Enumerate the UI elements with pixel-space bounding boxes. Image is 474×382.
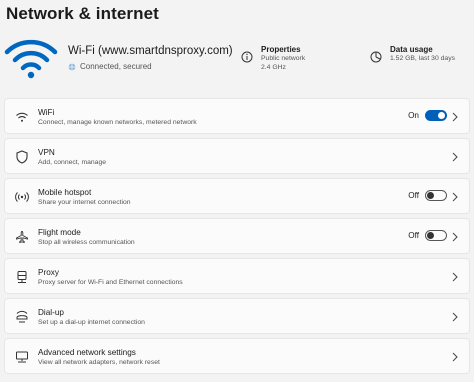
server-icon xyxy=(17,271,27,283)
chevron-right-icon xyxy=(452,272,458,282)
flight-mode-toggle-label: Off xyxy=(408,231,419,240)
settings-item-description: Stop all wireless communication xyxy=(38,239,135,246)
settings-item-description: View all network adapters, network reset xyxy=(38,359,160,366)
settings-item-description: Share your internet connection xyxy=(38,199,131,206)
settings-item-label: Flight mode xyxy=(38,228,81,237)
flight-mode-toggle[interactable] xyxy=(425,230,447,241)
globe-icon xyxy=(68,63,76,70)
settings-item-vpn[interactable]: VPN Add, connect, manage xyxy=(4,138,470,174)
hotspot-toggle-label: Off xyxy=(408,191,419,200)
settings-item-label: WiFi xyxy=(38,108,55,117)
hotspot-toggle[interactable] xyxy=(425,190,447,201)
chevron-right-icon xyxy=(452,112,458,122)
settings-item-description: Set up a dial-up internet connection xyxy=(38,319,145,326)
settings-item-mobile-hotspot[interactable]: Mobile hotspot Share your internet conne… xyxy=(4,178,470,214)
page-title: Network & internet xyxy=(6,4,159,23)
connection-status: Connected, secured xyxy=(68,62,152,71)
settings-item-flight-mode[interactable]: Flight mode Stop all wireless communicat… xyxy=(4,218,470,254)
settings-item-proxy[interactable]: Proxy Proxy server for Wi-Fi and Etherne… xyxy=(4,258,470,294)
connection-status-text: Connected, secured xyxy=(80,62,152,71)
data-usage-button[interactable]: Data usage 1.52 GB, last 30 days xyxy=(370,45,455,63)
settings-item-dial-up[interactable]: Dial-up Set up a dial-up internet connec… xyxy=(4,298,470,334)
info-icon xyxy=(241,51,253,63)
chevron-right-icon xyxy=(452,352,458,362)
wifi-toggle[interactable] xyxy=(425,110,447,121)
wifi-toggle-label: On xyxy=(408,111,419,120)
properties-band: 2.4 GHz xyxy=(261,64,286,71)
data-usage-icon xyxy=(370,51,382,63)
settings-item-label: Proxy xyxy=(38,268,59,277)
shield-icon xyxy=(16,150,28,164)
properties-title: Properties xyxy=(261,45,301,54)
properties-network-type: Public network xyxy=(261,55,306,62)
settings-item-description: Proxy server for Wi-Fi and Ethernet conn… xyxy=(38,279,183,286)
settings-item-label: Dial-up xyxy=(38,308,64,317)
chevron-right-icon xyxy=(452,192,458,202)
network-summary: Wi-Fi (www.smartdnsproxy.com) Connected,… xyxy=(0,34,474,90)
hotspot-icon xyxy=(15,192,29,202)
settings-item-label: Mobile hotspot xyxy=(38,188,92,197)
airplane-icon xyxy=(16,231,28,244)
network-name: Wi-Fi (www.smartdnsproxy.com) xyxy=(68,45,233,57)
wifi-icon xyxy=(16,112,28,122)
chevron-right-icon xyxy=(452,152,458,162)
wifi-signal-icon xyxy=(4,39,58,79)
settings-item-label: VPN xyxy=(38,148,55,157)
settings-item-description: Connect, manage known networks, metered … xyxy=(38,119,197,126)
settings-item-label: Advanced network settings xyxy=(38,348,136,357)
chevron-right-icon xyxy=(452,312,458,322)
network-adapter-icon xyxy=(16,351,28,363)
data-usage-amount: 1.52 GB, last 30 days xyxy=(390,55,455,62)
settings-item-advanced-network[interactable]: Advanced network settings View all netwo… xyxy=(4,338,470,374)
data-usage-title: Data usage xyxy=(390,45,433,54)
settings-item-wifi[interactable]: WiFi Connect, manage known networks, met… xyxy=(4,98,470,134)
settings-item-description: Add, connect, manage xyxy=(38,159,107,166)
chevron-right-icon xyxy=(452,232,458,242)
properties-button[interactable]: Properties Public network 2.4 GHz xyxy=(241,45,305,72)
dialup-icon xyxy=(16,310,28,323)
